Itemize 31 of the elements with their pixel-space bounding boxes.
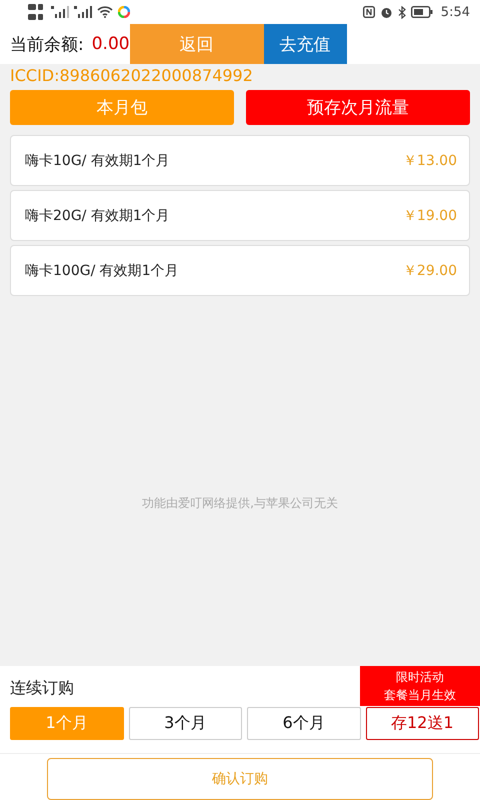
wifi-icon bbox=[97, 6, 113, 18]
duration-option[interactable]: 6个月 bbox=[247, 707, 360, 740]
package-name: 嗨卡100G/ 有效期1个月 bbox=[25, 262, 179, 280]
balance-label: 当前余额: bbox=[10, 34, 84, 56]
iccid-text: ICCID:8986062022000874992 bbox=[10, 66, 254, 86]
sim-icon bbox=[28, 3, 46, 21]
promo-text: 套餐当月生效 bbox=[384, 687, 456, 704]
app-icon bbox=[118, 6, 130, 18]
duration-option[interactable]: 存12送1 bbox=[366, 707, 479, 740]
clock-time: 5:54 bbox=[440, 4, 470, 20]
package-card[interactable]: 嗨卡100G/ 有效期1个月 ￥29.00 bbox=[10, 245, 470, 296]
package-price: ￥19.00 bbox=[402, 206, 457, 224]
package-price: ￥13.00 bbox=[402, 152, 457, 170]
package-name: 嗨卡10G/ 有效期1个月 bbox=[25, 152, 170, 170]
alarm-icon bbox=[380, 6, 393, 18]
notice-text: 功能由爱叮网络提供,与苹果公司无关 bbox=[141, 495, 339, 512]
promo-text: 限时活动 bbox=[396, 669, 444, 686]
nfc-icon bbox=[362, 6, 375, 18]
package-card[interactable]: 嗨卡10G/ 有效期1个月 ￥13.00 bbox=[10, 135, 470, 186]
subscription-label: 连续订购 bbox=[10, 678, 74, 699]
signal-icon bbox=[51, 6, 69, 18]
signal-icon bbox=[74, 6, 92, 18]
package-price: ￥29.00 bbox=[402, 262, 457, 280]
battery-icon bbox=[410, 6, 433, 18]
package-tab[interactable]: 预存次月流量 bbox=[246, 90, 470, 125]
duration-option[interactable]: 3个月 bbox=[128, 707, 242, 740]
package-name: 嗨卡20G/ 有效期1个月 bbox=[25, 206, 170, 224]
package-card[interactable]: 嗨卡20G/ 有效期1个月 ￥19.00 bbox=[10, 190, 470, 241]
recharge-button[interactable]: 去充值 bbox=[264, 24, 347, 64]
bluetooth-icon bbox=[398, 6, 406, 18]
balance-value: 0.00 bbox=[92, 34, 130, 54]
